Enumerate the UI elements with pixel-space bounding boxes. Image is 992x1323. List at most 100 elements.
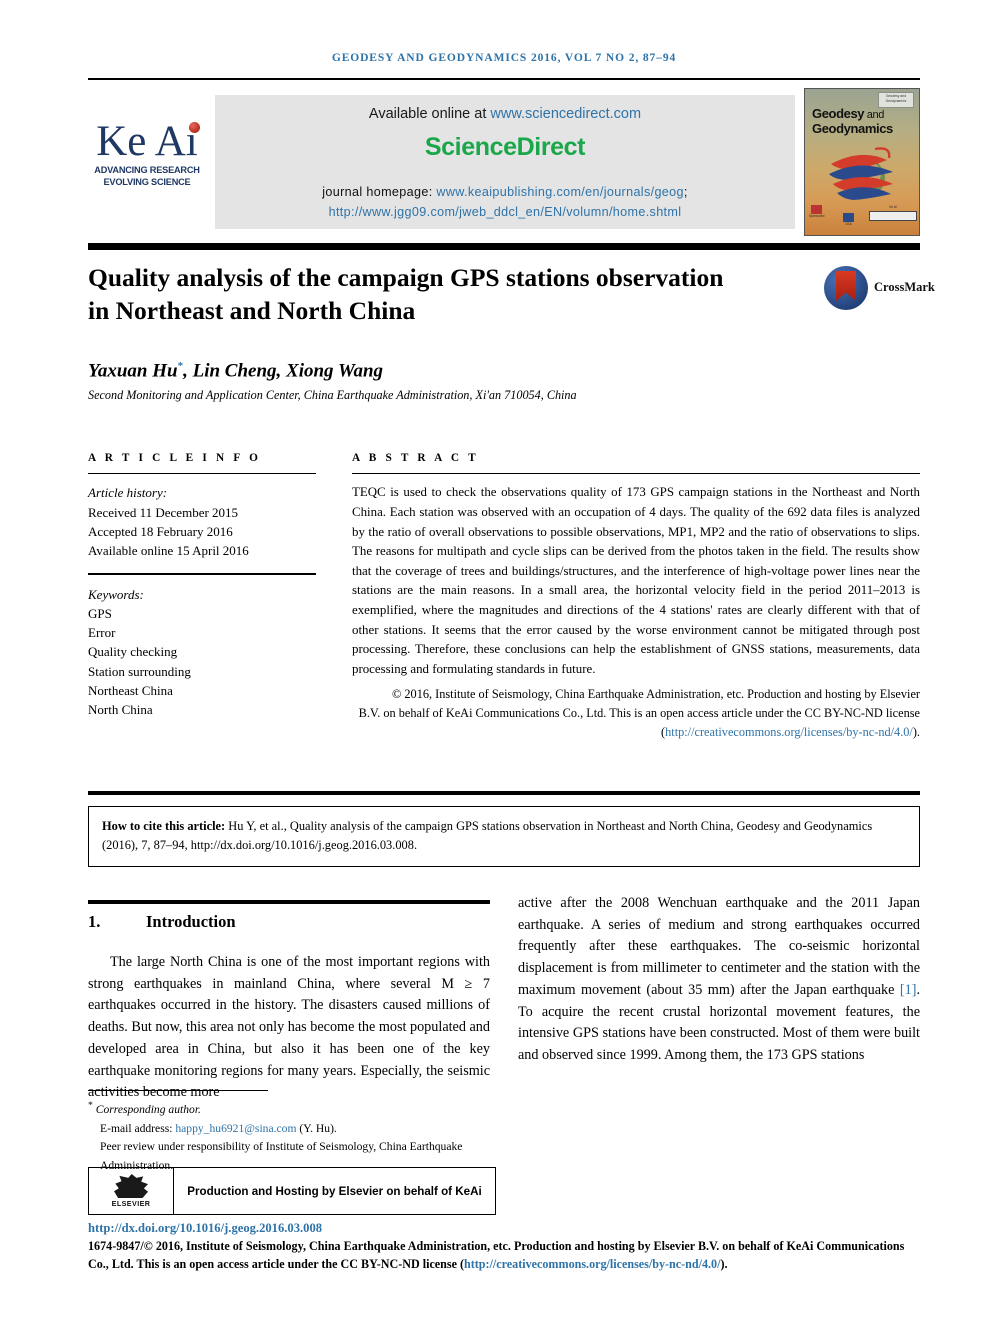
cc-license-link[interactable]: http://creativecommons.org/licenses/by-n…	[665, 725, 913, 739]
intro-paragraph-right: active after the 2008 Wenchuan earthquak…	[518, 893, 920, 1067]
keyword-item: GPS	[88, 605, 112, 621]
intro-paragraph-left: The large North China is one of the most…	[88, 954, 490, 1101]
author-email-link[interactable]: happy_hu6921@sina.com	[175, 1122, 296, 1135]
title-top-rule	[88, 243, 920, 250]
keai-tagline-line2: EVOLVING SCIENCE	[103, 176, 191, 187]
doi-link-footer[interactable]: http://dx.doi.org/10.1016/j.geog.2016.03…	[88, 1221, 322, 1236]
article-info-heading: A R T I C L E I N F O	[88, 452, 262, 464]
sciencedirect-banner: Available online at www.sciencedirect.co…	[215, 95, 795, 229]
article-info-rule	[88, 473, 316, 475]
abstract-copyright-tail: ).	[912, 724, 920, 739]
keywords-label: Keywords:	[88, 586, 144, 602]
doi-anchor[interactable]: http://dx.doi.org/10.1016/j.geog.2016.03…	[88, 1221, 322, 1235]
keyword-item: North China	[88, 702, 153, 718]
journal-cover-thumbnail: Geodesy and Geodynamics Geodesy and Geod…	[804, 88, 920, 236]
article-info-column: A R T I C L E I N F O Article history: R…	[88, 452, 316, 719]
crossmark-circle-icon	[824, 266, 868, 310]
cover-foot-sponsor: Sponsored	[809, 205, 824, 219]
article-history-label: Article history:	[88, 485, 168, 501]
cover-title: Geodesy and Geodynamics	[812, 107, 893, 135]
footnote-corresponding-text: Corresponding author.	[95, 1102, 201, 1116]
crossmark-badge[interactable]: CrossMark	[824, 266, 935, 312]
footnote-star: *	[88, 1100, 93, 1111]
cover-footer: Sponsored CEA Ke Ai	[805, 205, 919, 231]
author-list: Yaxuan Hu*, Lin Cheng, Xiong Wang	[88, 360, 383, 382]
abstract-body: TEQC is used to check the observations q…	[352, 485, 920, 676]
body-column-left: 1. Introduction The large North China is…	[88, 900, 490, 1104]
cover-title-geodesy: Geodesy	[812, 106, 865, 121]
cover-title-and: and	[864, 109, 885, 121]
how-to-cite-label: How to cite this article:	[102, 819, 226, 833]
journal-homepage-link-2[interactable]: http://www.jgg09.com/jweb_ddcl_en/EN/vol…	[329, 205, 682, 219]
paper-page: GEODESY AND GEODYNAMICS 2016, VOL 7 NO 2…	[0, 0, 992, 1323]
footer-legal-tail: ).	[720, 1256, 728, 1271]
footnote-email: E-mail address: happy_hu6921@sina.com (Y…	[88, 1120, 490, 1139]
section-number: 1.	[88, 912, 101, 931]
footnote-email-tail: (Y. Hu).	[296, 1121, 337, 1135]
elsevier-production-text: Production and Hosting by Elsevier on be…	[187, 1184, 482, 1198]
authors-rest: , Lin Cheng, Xiong Wang	[183, 360, 384, 382]
cover-foot-cea: CEA	[843, 213, 854, 227]
keai-tagline-line1: ADVANCING RESEARCH	[94, 165, 200, 175]
cover-badge-line2: Geodynamics	[885, 98, 907, 103]
crossmark-label: CrossMark	[874, 280, 935, 294]
abstract-rule	[352, 473, 920, 475]
journal-homepage-line2: http://www.jgg09.com/jweb_ddcl_en/EN/vol…	[215, 203, 795, 223]
how-to-cite-box: How to cite this article: Hu Y, et al., …	[88, 806, 920, 868]
footer-legal: 1674-9847/© 2016, Institute of Seismolog…	[88, 1238, 920, 1274]
footnote-corresponding: * Corresponding author.	[88, 1098, 490, 1120]
keyword-item: Error	[88, 625, 116, 641]
keywords-rule	[88, 573, 316, 575]
footnote-block: * Corresponding author. E-mail address: …	[88, 1098, 490, 1176]
footnote-rule	[88, 1090, 268, 1091]
reference-link-1[interactable]: [1]	[900, 982, 917, 998]
elsevier-tree-icon	[114, 1174, 148, 1198]
available-online-prefix: Available online at	[368, 106, 491, 122]
cover-foot-label-1: Sponsored	[809, 214, 825, 218]
cover-foot-block-2	[843, 213, 854, 222]
available-online-line: Available online at www.sciencedirect.co…	[215, 106, 795, 122]
article-history-accepted: Accepted 18 February 2016	[88, 523, 233, 539]
keai-dot-icon	[188, 122, 200, 133]
keai-tagline: ADVANCING RESEARCH EVOLVING SCIENCE	[88, 165, 206, 188]
header-rule	[88, 78, 920, 80]
cover-foot-box	[869, 210, 917, 221]
cover-foot-block-1	[811, 205, 823, 214]
keai-wordmark: Ke Ai	[96, 118, 200, 165]
journal-homepage-line1: journal homepage: www.keaipublishing.com…	[322, 185, 688, 199]
elsevier-wordmark: ELSEVIER	[111, 1199, 151, 1208]
cover-title-line1: Geodesy and	[812, 107, 893, 122]
article-history-received: Received 11 December 2015	[88, 504, 239, 520]
abstract-copyright: © 2016, Institute of Seismology, China E…	[352, 685, 920, 741]
keai-wordmark-text: Ke Ai	[96, 118, 198, 165]
keyword-item: Quality checking	[88, 644, 178, 660]
elsevier-logo: ELSEVIER	[89, 1168, 174, 1214]
body-column-right: active after the 2008 Wenchuan earthquak…	[518, 893, 920, 1067]
cover-badge: Geodesy and Geodynamics	[878, 92, 914, 108]
journal-homepage-label: journal homepage:	[322, 185, 437, 199]
section-heading-introduction: 1. Introduction	[88, 912, 490, 932]
sciencedirect-link[interactable]: www.sciencedirect.com	[490, 106, 641, 122]
journal-homepage-lines: journal homepage: www.keaipublishing.com…	[215, 183, 795, 222]
elsevier-production-box: ELSEVIER Production and Hosting by Elsev…	[88, 1167, 496, 1215]
article-history-online: Available online 15 April 2016	[88, 543, 249, 559]
page-title: Quality analysis of the campaign GPS sta…	[88, 263, 724, 325]
cover-foot-label-2: CEA	[845, 222, 852, 226]
author-first: Yaxuan Hu	[88, 360, 178, 382]
sciencedirect-wordmark: ScienceDirect	[424, 133, 586, 161]
running-head: GEODESY AND GEODYNAMICS 2016, VOL 7 NO 2…	[331, 52, 677, 64]
cover-foot-keai: Ke Ai	[869, 205, 917, 221]
cover-title-line2: Geodynamics	[812, 120, 893, 136]
keyword-item: Station surrounding	[88, 663, 191, 679]
crossmark-bookmark-icon	[836, 271, 856, 301]
footer-cc-license-link[interactable]: http://creativecommons.org/licenses/by-n…	[464, 1257, 720, 1271]
section-rule	[88, 900, 490, 904]
journal-masthead: Ke Ai ADVANCING RESEARCH EVOLVING SCIENC…	[88, 88, 920, 238]
intro-right-part1: active after the 2008 Wenchuan earthquak…	[518, 895, 920, 998]
abstract-heading: A B S T R A C T	[352, 452, 479, 464]
affiliation: Second Monitoring and Application Center…	[88, 388, 577, 402]
footnote-email-label: E-mail address:	[100, 1121, 176, 1135]
journal-homepage-link-1[interactable]: www.keaipublishing.com/en/journals/geog	[436, 185, 683, 199]
cover-foot-label-3: Ke Ai	[889, 205, 897, 209]
abstract-column: A B S T R A C T TEQC is used to check th…	[352, 452, 920, 742]
